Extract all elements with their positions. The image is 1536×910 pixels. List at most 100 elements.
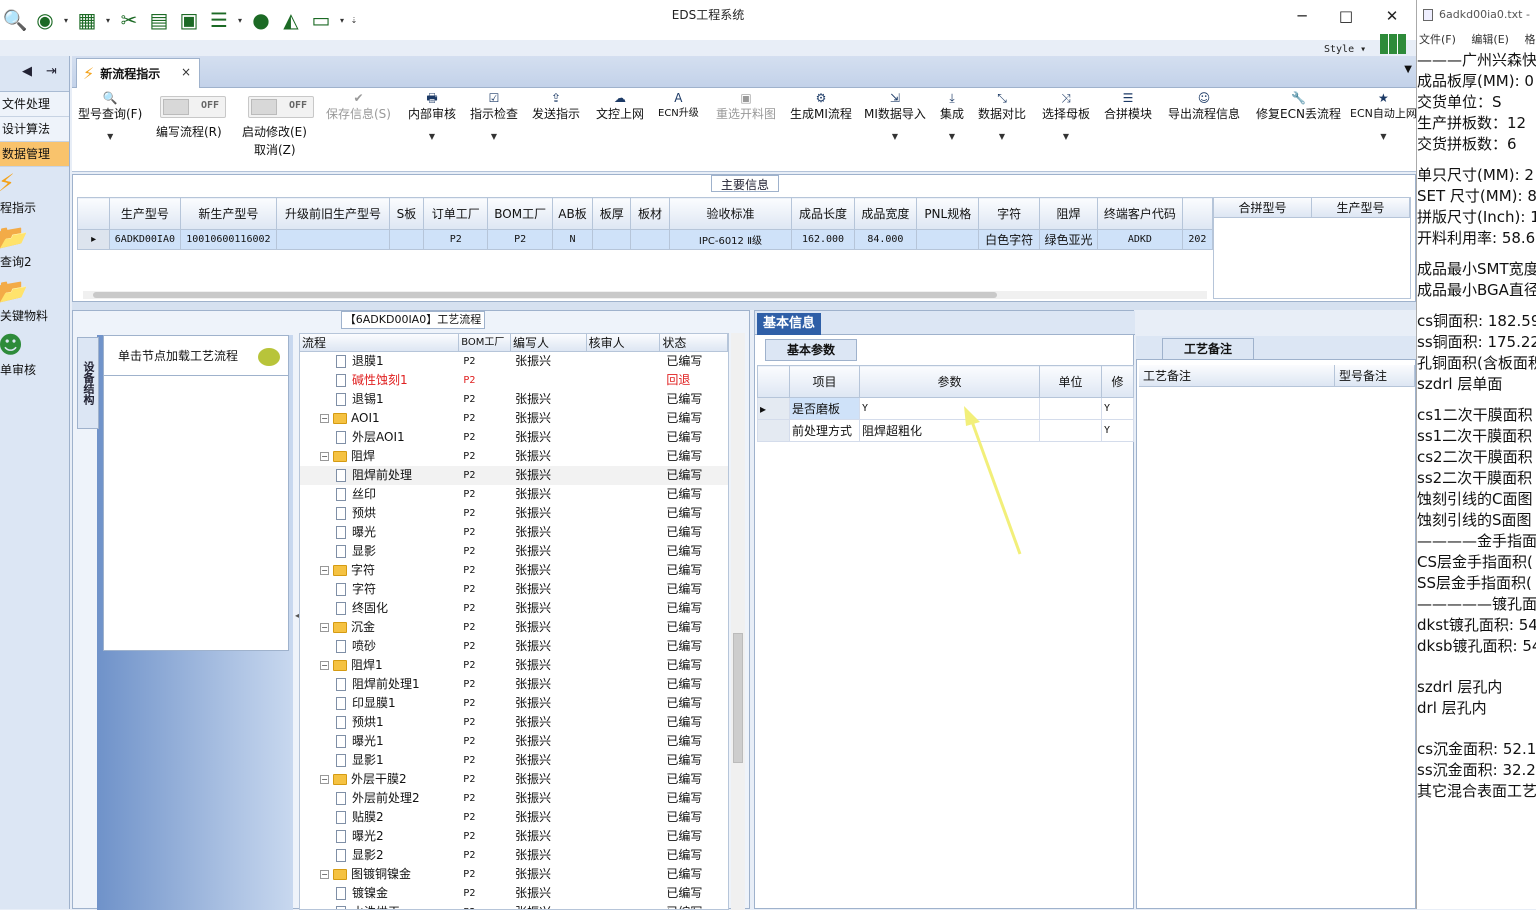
tab-close-button[interactable]: × (181, 65, 191, 79)
col-header[interactable]: 板厚 (592, 197, 632, 230)
internal-review-button[interactable]: 🖶 内部审核 ▼ (408, 90, 456, 141)
param-unit[interactable] (1039, 397, 1102, 420)
col-header[interactable]: 生产型号 (1312, 198, 1410, 217)
col-header[interactable]: 订单工厂 (423, 197, 489, 230)
param-mod[interactable]: Y (1101, 397, 1134, 420)
table-cell[interactable]: ADKD (1097, 229, 1183, 250)
table-cell[interactable]: IPC-6012 Ⅱ级 (668, 229, 793, 250)
doc-control-online-button[interactable]: ☁ 文控上网 (596, 90, 644, 122)
nav-button-query2[interactable]: 📂 查询2 (0, 221, 69, 275)
col-header[interactable]: 合拼型号 (1214, 198, 1312, 217)
menu-edit[interactable]: 编辑(E) (1471, 33, 1509, 46)
col-header[interactable]: 状态 (660, 334, 728, 351)
chevron-down-icon[interactable]: ▼ (1042, 132, 1090, 141)
generate-mi-flow-button[interactable]: ⚙ 生成MI流程 (790, 90, 852, 122)
tree-row[interactable]: 印显膜1 P2 张振兴 已编写 (300, 694, 728, 713)
param-mod[interactable]: Y (1101, 419, 1134, 442)
tree-row[interactable]: 显影2 P2 张振兴 已编写 (300, 846, 728, 865)
menu-format[interactable]: 格 (1524, 33, 1535, 46)
chevron-down-icon[interactable]: ▼ (470, 132, 518, 141)
tree-row[interactable]: 退膜1 P2 张振兴 已编写 (300, 352, 728, 371)
minimize-button[interactable]: ─ (1280, 4, 1324, 28)
tree-row[interactable]: − 阻焊1 P2 张振兴 已编写 (300, 656, 728, 675)
col-header[interactable]: AB板 (551, 197, 594, 230)
tab-process-notes[interactable]: 工艺备注 (1162, 338, 1254, 360)
tab-basic-params[interactable]: 基本参数 (765, 339, 857, 361)
splitter[interactable] (72, 302, 1416, 310)
scroll-thumb[interactable] (93, 292, 997, 298)
col-header[interactable]: 新生产型号 (179, 197, 278, 230)
col-header[interactable]: 升级前旧生产型号 (276, 197, 390, 230)
table-cell[interactable]: N (551, 229, 594, 250)
table-cell[interactable] (276, 229, 390, 250)
collapse-icon[interactable]: − (320, 566, 329, 575)
col-header[interactable]: 生产型号 (109, 197, 181, 230)
nav-button-key-materials[interactable]: 📂 关键物料 (0, 275, 69, 329)
horizontal-scrollbar[interactable] (83, 291, 1207, 299)
notepad-text[interactable]: ———广州兴森快 成品板厚(MM): 0 交货单位：S 生产拼板数：12 交货拼板数：6… (1417, 50, 1536, 802)
data-compare-button[interactable]: ⤡ 数据对比 ▼ (978, 90, 1026, 141)
tree-row[interactable]: 镀镍金 P2 张振兴 已编写 (300, 884, 728, 903)
ecn-upgrade-button[interactable]: A ECN升级 (658, 90, 699, 122)
vertical-scrollbar[interactable] (731, 333, 745, 910)
tree-row[interactable]: 曝光1 P2 张振兴 已编写 (300, 732, 728, 751)
col-header[interactable]: 字符 (978, 197, 1040, 230)
ecn-auto-online-button[interactable]: ★ ECN自动上网 ▼ (1350, 90, 1416, 141)
col-header[interactable]: 终端客户代码 (1097, 197, 1183, 230)
tree-row[interactable]: 喷砂 P2 张振兴 已编写 (300, 637, 728, 656)
chevron-down-icon[interactable]: ▼ (78, 132, 142, 141)
table-cell[interactable] (592, 229, 632, 250)
table-cell[interactable]: 202 (1181, 229, 1214, 250)
col-header[interactable]: 型号备注 (1335, 365, 1415, 386)
tree-row[interactable]: 阻焊前处理1 P2 张振兴 已编写 (300, 675, 728, 694)
collapse-icon[interactable]: − (320, 623, 329, 632)
col-header[interactable]: 板材 (630, 197, 670, 230)
table-cell[interactable] (388, 229, 425, 250)
pin-icon[interactable]: ⇥ (46, 64, 57, 79)
param-unit[interactable] (1039, 419, 1102, 442)
tree-row[interactable]: − 外层干膜2 P2 张振兴 已编写 (300, 770, 728, 789)
export-flow-info-button[interactable]: ☺ 导出流程信息 (1168, 90, 1240, 122)
save-info-button[interactable]: ✔ 保存信息(S) (326, 90, 391, 122)
table-cell[interactable]: 绿色亚光 (1038, 229, 1099, 250)
table-cell[interactable]: 10010600116002 (179, 229, 278, 250)
col-header[interactable]: 工艺备注 (1139, 365, 1335, 386)
merge-module-button[interactable]: ☰ 合拼模块 (1104, 90, 1152, 122)
tree-row[interactable]: 字符 P2 张振兴 已编写 (300, 580, 728, 599)
collapse-icon[interactable]: − (320, 452, 329, 461)
tree-row[interactable]: − 图镀铜镍金 P2 张振兴 已编写 (300, 865, 728, 884)
tree-row[interactable]: 丝印 P2 张振兴 已编写 (300, 485, 728, 504)
tab-basic-info[interactable]: 基本信息 (757, 313, 821, 335)
col-header[interactable]: 流程 (300, 334, 460, 351)
tree-row[interactable]: 预烘 P2 张振兴 已编写 (300, 504, 728, 523)
tree-row[interactable]: 预烘1 P2 张振兴 已编写 (300, 713, 728, 732)
table-row[interactable]: ▸ 是否磨板 Y Y (757, 397, 1134, 420)
tree-row[interactable]: 阻焊前处理 P2 张振兴 已编写 (300, 466, 728, 485)
col-header[interactable]: 成品宽度 (853, 197, 918, 230)
tree-row[interactable]: − 阻焊 P2 张振兴 已编写 (300, 447, 728, 466)
chevron-down-icon[interactable]: ▼ (408, 132, 456, 141)
write-flow-toggle[interactable]: OFF (160, 96, 226, 118)
col-header[interactable]: 阻焊 (1038, 197, 1099, 230)
tree-row[interactable]: 外层前处理2 P2 张振兴 已编写 (300, 789, 728, 808)
col-header[interactable]: 编写人 (511, 334, 587, 351)
model-query-button[interactable]: 🔍 型号查询(F) ▼ (78, 90, 142, 141)
col-header[interactable]: BOM工厂 (487, 197, 553, 230)
mi-data-import-button[interactable]: ⇲ MI数据导入 ▼ (864, 90, 926, 141)
nav-item-file-processing[interactable]: 文件处理 (0, 92, 69, 117)
chevron-down-icon[interactable]: ▼ (1350, 132, 1416, 141)
nav-button-order-review[interactable]: ☻ 单审核 (0, 329, 69, 383)
col-header[interactable]: 核审人 (587, 334, 661, 351)
cancel-label[interactable]: 取消(Z) (254, 142, 296, 158)
style-label[interactable]: Style ▾ (1324, 44, 1366, 55)
start-modify-toggle[interactable]: OFF (248, 96, 314, 118)
collapse-icon[interactable]: − (320, 414, 329, 423)
col-header[interactable]: 参数 (859, 365, 1040, 398)
table-cell[interactable] (916, 229, 980, 250)
fix-ecn-lost-flow-button[interactable]: 🔧 修复ECN丢流程 (1256, 90, 1341, 122)
tree-row[interactable]: 外层AOI1 P2 张振兴 已编写 (300, 428, 728, 447)
maximize-button[interactable]: □ (1324, 4, 1368, 28)
table-cell[interactable]: 白色字符 (978, 229, 1040, 250)
table-cell[interactable]: 162.000 (791, 229, 855, 250)
tree-row[interactable]: 曝光2 P2 张振兴 已编写 (300, 827, 728, 846)
